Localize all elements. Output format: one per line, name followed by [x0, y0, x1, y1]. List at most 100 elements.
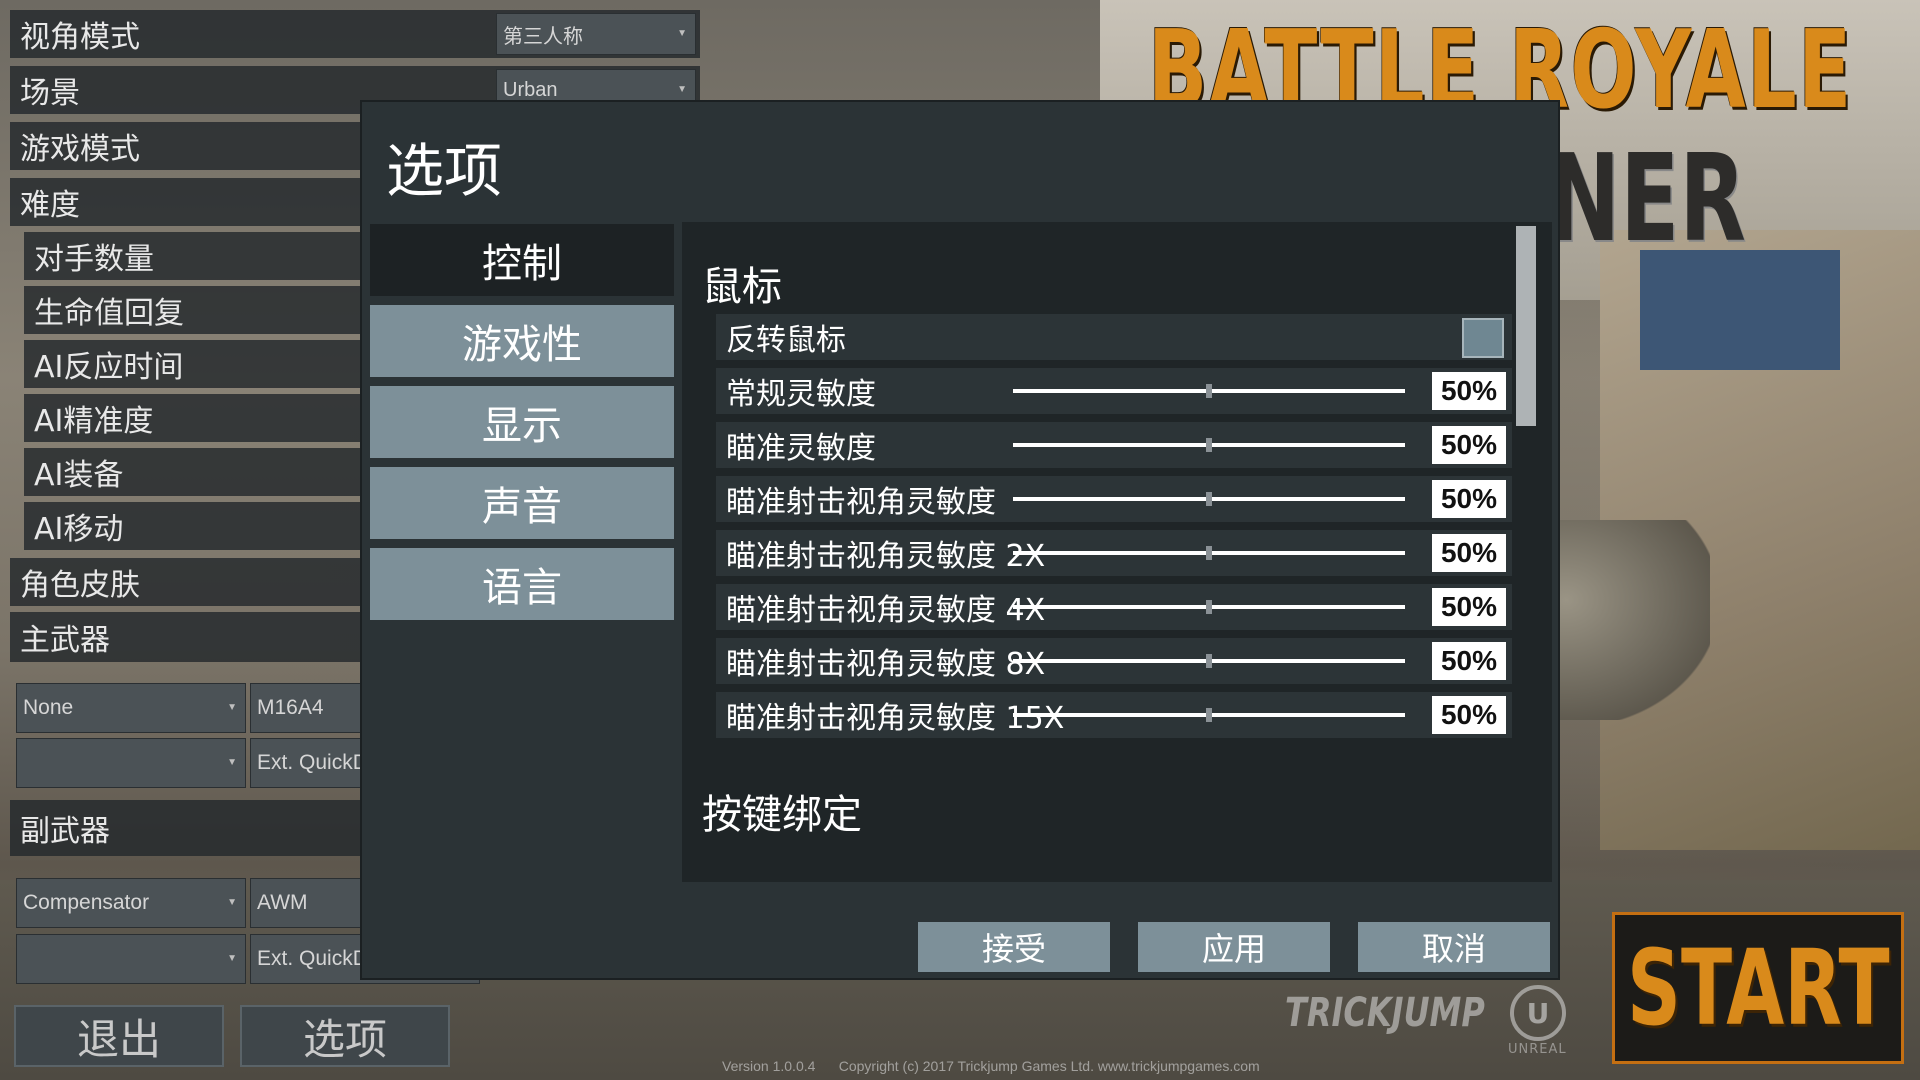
start-button-label: START: [1626, 927, 1890, 1049]
panel-scrollbar[interactable]: [1514, 222, 1538, 882]
accept-button-label: 接受: [981, 930, 1046, 968]
trickjump-logo: TRICKJUMP: [1285, 990, 1485, 1036]
sensitivity-row: 瞄准射击视角灵敏度 50%: [716, 476, 1512, 522]
slider-handle[interactable]: [1206, 708, 1212, 722]
cancel-button[interactable]: 取消: [1358, 922, 1550, 972]
scene-label: 场景: [20, 76, 80, 111]
primary-weapon-label: 主武器: [20, 623, 110, 658]
slider-handle[interactable]: [1206, 546, 1212, 560]
sensitivity-value[interactable]: 50%: [1432, 642, 1506, 680]
chevron-down-icon: ▼: [227, 897, 237, 908]
ai-reaction-label: AI反应时间: [34, 350, 184, 385]
secondary-weapon-label: 副武器: [20, 814, 110, 849]
version-footer: Version 1.0.0.4 Copyright (c) 2017 Trick…: [722, 1058, 1260, 1074]
sensitivity-row: 常规灵敏度 50%: [716, 368, 1512, 414]
tab-controls[interactable]: 控制: [370, 224, 674, 296]
options-dialog: 选项 控制 游戏性 显示 声音 语言 鼠标 反转鼠标 常规灵敏度 50% 瞄准灵敏度…: [360, 100, 1560, 980]
chevron-down-icon: ▼: [677, 84, 687, 95]
sensitivity-value[interactable]: 50%: [1432, 588, 1506, 626]
options-button-label: 选项: [302, 1014, 387, 1064]
ai-reaction-row[interactable]: AI反应时间: [24, 340, 360, 388]
sensitivity-row: 瞄准射击视角灵敏度 4X 50%: [716, 584, 1512, 630]
sensitivity-label: 瞄准射击视角灵敏度 8X: [726, 647, 1046, 682]
tab-gameplay[interactable]: 游戏性: [370, 305, 674, 377]
difficulty-row[interactable]: 难度: [10, 178, 360, 226]
opponents-label: 对手数量: [34, 242, 154, 277]
sensitivity-row: 瞄准灵敏度 50%: [716, 422, 1512, 468]
cancel-button-label: 取消: [1421, 930, 1486, 968]
invert-mouse-checkbox[interactable]: [1462, 318, 1504, 358]
sensitivity-value[interactable]: 50%: [1432, 426, 1506, 464]
view-mode-label: 视角模式: [20, 20, 140, 55]
game-mode-row[interactable]: 游戏模式: [10, 122, 360, 170]
exit-button-label: 退出: [76, 1014, 161, 1064]
ai-accuracy-label: AI精准度: [34, 404, 154, 439]
sensitivity-label: 瞄准灵敏度: [726, 431, 876, 466]
ai-movement-row[interactable]: AI移动: [24, 502, 360, 550]
start-button[interactable]: START: [1612, 912, 1904, 1064]
scene-value: Urban: [503, 78, 558, 101]
ai-equipment-label: AI装备: [34, 458, 124, 493]
difficulty-label: 难度: [20, 188, 80, 223]
tab-language[interactable]: 语言: [370, 548, 674, 620]
sensitivity-row: 瞄准射击视角灵敏度 15X 50%: [716, 692, 1512, 738]
secondary-attachment-dropdown[interactable]: ▼: [16, 934, 246, 984]
chevron-down-icon: ▼: [227, 953, 237, 964]
skin-label: 角色皮肤: [20, 568, 140, 603]
sensitivity-value[interactable]: 50%: [1432, 534, 1506, 572]
ai-equipment-row[interactable]: AI装备: [24, 448, 360, 496]
exit-button[interactable]: 退出: [14, 1005, 224, 1067]
tab-sound[interactable]: 声音: [370, 467, 674, 539]
chevron-down-icon: ▼: [677, 28, 687, 39]
copyright-text: Copyright (c) 2017 Trickjump Games Ltd. …: [838, 1058, 1260, 1074]
dialog-title: 选项: [386, 137, 503, 205]
secondary-sight-dropdown[interactable]: Compensator ▼: [16, 878, 246, 928]
mouse-section-title: 鼠标: [702, 264, 782, 310]
unreal-logo-label: UNREAL: [1508, 1042, 1567, 1057]
logo-subtitle: NER: [1548, 130, 1746, 269]
keybind-section-title: 按键绑定: [702, 792, 862, 838]
slider-handle[interactable]: [1206, 600, 1212, 614]
sensitivity-value[interactable]: 50%: [1432, 480, 1506, 518]
slider-handle[interactable]: [1206, 438, 1212, 452]
sensitivity-row: 瞄准射击视角灵敏度 2X 50%: [716, 530, 1512, 576]
sensitivity-label: 瞄准射击视角灵敏度 4X: [726, 593, 1046, 628]
sensitivity-value[interactable]: 50%: [1432, 372, 1506, 410]
slider-handle[interactable]: [1206, 654, 1212, 668]
secondary-sight-value: Compensator: [23, 891, 150, 914]
tab-display[interactable]: 显示: [370, 386, 674, 458]
apply-button[interactable]: 应用: [1138, 922, 1330, 972]
view-mode-dropdown[interactable]: 第三人称 ▼: [496, 13, 696, 55]
invert-mouse-label: 反转鼠标: [726, 323, 846, 358]
game-mode-label: 游戏模式: [20, 132, 140, 167]
primary-sight-value: None: [23, 696, 74, 719]
sensitivity-label: 瞄准射击视角灵敏度 2X: [726, 539, 1046, 574]
skin-row[interactable]: 角色皮肤: [10, 558, 360, 606]
unreal-logo-icon: U: [1510, 985, 1566, 1041]
secondary-weapon-value: AWM: [257, 891, 308, 914]
chevron-down-icon: ▼: [227, 757, 237, 768]
primary-weapon-value: M16A4: [257, 696, 324, 719]
slider-handle[interactable]: [1206, 492, 1212, 506]
invert-mouse-row: 反转鼠标: [716, 314, 1512, 360]
ai-movement-label: AI移动: [34, 512, 124, 547]
sensitivity-value[interactable]: 50%: [1432, 696, 1506, 734]
sensitivity-row: 瞄准射击视角灵敏度 8X 50%: [716, 638, 1512, 684]
accept-button[interactable]: 接受: [918, 922, 1110, 972]
slider-handle[interactable]: [1206, 384, 1212, 398]
options-button[interactable]: 选项: [240, 1005, 450, 1067]
health-regen-row[interactable]: 生命值回复: [24, 286, 360, 334]
version-text: Version 1.0.0.4: [722, 1058, 816, 1074]
options-tabs: 控制 游戏性 显示 声音 语言: [370, 224, 674, 629]
sensitivity-label: 常规灵敏度: [726, 377, 876, 412]
primary-attachment-dropdown[interactable]: ▼: [16, 738, 246, 788]
opponents-row[interactable]: 对手数量: [24, 232, 360, 280]
primary-sight-dropdown[interactable]: None ▼: [16, 683, 246, 733]
scrollbar-thumb[interactable]: [1516, 226, 1536, 426]
ai-accuracy-row[interactable]: AI精准度: [24, 394, 360, 442]
health-regen-label: 生命值回复: [34, 296, 184, 331]
view-mode-value: 第三人称: [503, 25, 583, 48]
chevron-down-icon: ▼: [227, 702, 237, 713]
controls-panel[interactable]: 鼠标 反转鼠标 常规灵敏度 50% 瞄准灵敏度 50% 瞄准射击视角灵敏度 50% 瞄准射击…: [682, 222, 1552, 882]
sensitivity-label: 瞄准射击视角灵敏度: [726, 485, 996, 520]
